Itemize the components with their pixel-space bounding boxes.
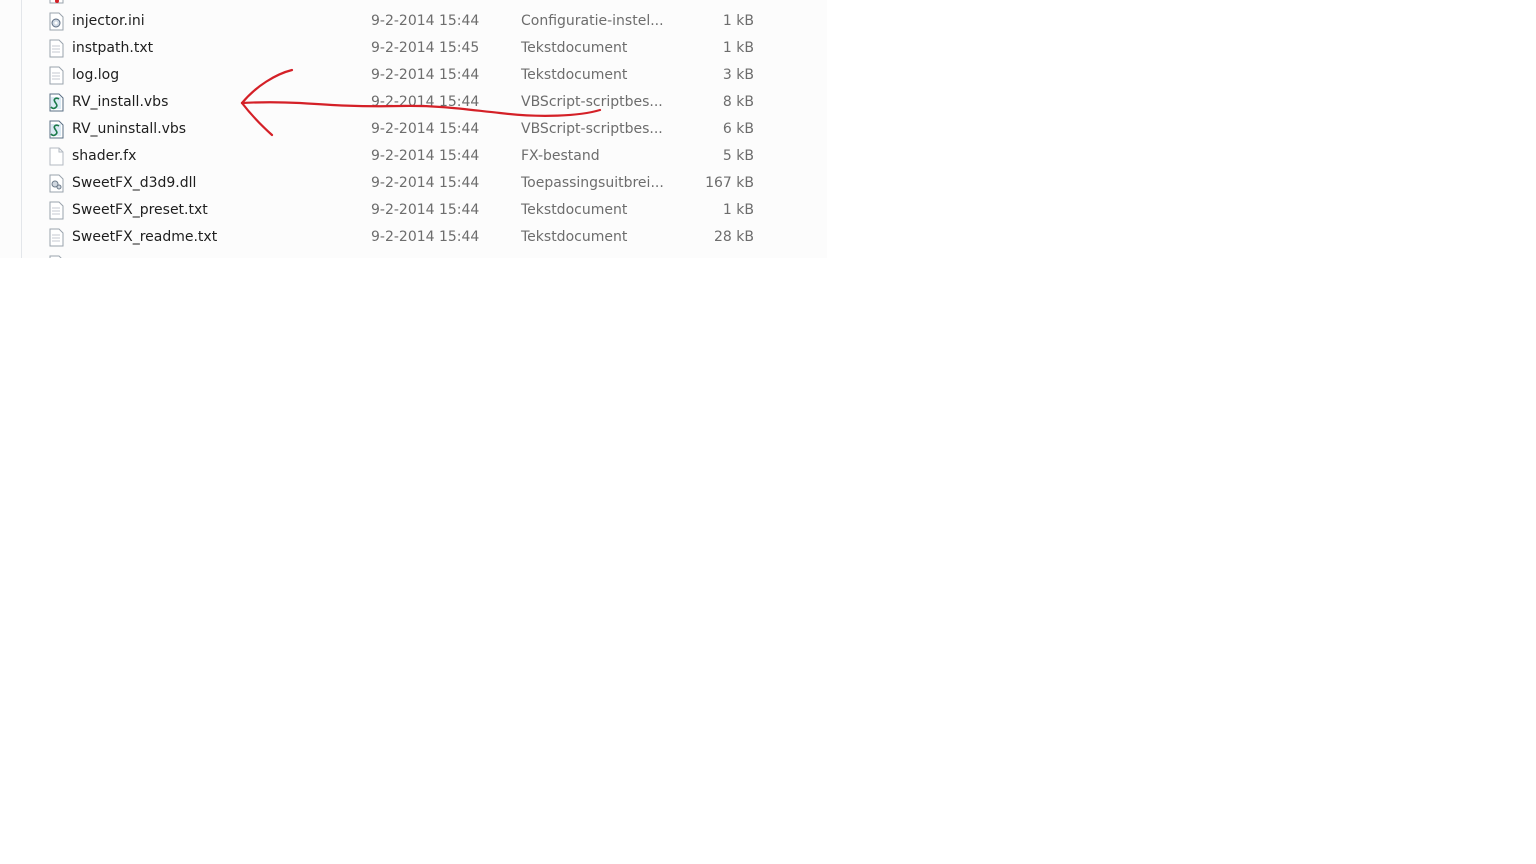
file-row[interactable]: shader.fx 9-2-2014 15:44 FX-bestand 5 kB xyxy=(40,143,800,170)
file-size: 1 kB xyxy=(722,40,754,56)
file-row[interactable]: RV_uninstall.vbs 9-2-2014 15:44 VBScript… xyxy=(40,116,800,143)
file-date: 9-2-2014 15:44 xyxy=(371,67,480,83)
text-file-icon xyxy=(48,228,65,247)
file-date: 9-2-2014 15:44 xyxy=(371,175,480,191)
file-size: 28 kB xyxy=(714,229,754,245)
vbscript-file-icon xyxy=(48,120,65,139)
file-row[interactable]: SweetFX_preset.txt 9-2-2014 15:44 Tekstd… xyxy=(40,197,800,224)
file-name[interactable]: SweetFX_preset.txt xyxy=(72,197,208,224)
file-type: Toepassingsuitbrei... xyxy=(521,175,664,191)
file-row[interactable]: instpath.txt 9-2-2014 15:45 Tekstdocumen… xyxy=(40,35,800,62)
file-row[interactable]: SweetFX_d3d9.dll 9-2-2014 15:44 Toepassi… xyxy=(40,170,800,197)
file-date: 9-2-2014 15:44 xyxy=(371,148,480,164)
file-name[interactable]: shader.fx xyxy=(72,143,136,170)
settings-file-icon xyxy=(48,12,65,31)
file-type: Tekstdocument xyxy=(521,229,628,245)
blank-file-icon xyxy=(48,147,65,166)
file-name[interactable]: SweetFX_readme.txt xyxy=(72,224,217,251)
file-name[interactable]: instpath.txt xyxy=(72,35,153,62)
file-date: 9-2-2014 15:44 xyxy=(371,121,480,137)
file-icon xyxy=(48,0,65,4)
navigation-pane-divider xyxy=(21,0,22,258)
file-row-partial-bottom[interactable] xyxy=(40,251,800,258)
file-size: 6 kB xyxy=(722,121,754,137)
file-name[interactable]: injector.ini xyxy=(72,8,145,35)
file-size: 1 kB xyxy=(722,202,754,218)
file-size: 5 kB xyxy=(722,148,754,164)
file-size: 3 kB xyxy=(722,67,754,83)
file-type: Configuratie-instel... xyxy=(521,13,664,29)
file-name[interactable]: RV_install.vbs xyxy=(72,89,168,116)
file-date: 9-2-2014 15:44 xyxy=(371,202,480,218)
text-file-icon xyxy=(48,39,65,58)
file-type: VBScript-scriptbes... xyxy=(521,94,663,110)
file-icon xyxy=(48,255,65,258)
file-type: Tekstdocument xyxy=(521,67,628,83)
file-row[interactable]: SweetFX_readme.txt 9-2-2014 15:44 Tekstd… xyxy=(40,224,800,251)
file-name[interactable]: SweetFX_d3d9.dll xyxy=(72,170,196,197)
file-date: 9-2-2014 15:44 xyxy=(371,94,480,110)
file-row[interactable]: injector.ini 9-2-2014 15:44 Configuratie… xyxy=(40,8,800,35)
file-name[interactable]: log.log xyxy=(72,62,119,89)
file-type: Tekstdocument xyxy=(521,202,628,218)
dll-file-icon xyxy=(48,174,65,193)
file-row[interactable]: RV_install.vbs 9-2-2014 15:44 VBScript-s… xyxy=(40,89,800,116)
file-size: 1 kB xyxy=(722,13,754,29)
text-file-icon xyxy=(48,66,65,85)
file-size: 8 kB xyxy=(722,94,754,110)
file-type: FX-bestand xyxy=(521,148,600,164)
file-row[interactable]: log.log 9-2-2014 15:44 Tekstdocument 3 k… xyxy=(40,62,800,89)
file-date: 9-2-2014 15:45 xyxy=(371,40,480,56)
vbscript-file-icon xyxy=(48,93,65,112)
file-type: Tekstdocument xyxy=(521,40,628,56)
file-name[interactable]: RV_uninstall.vbs xyxy=(72,116,186,143)
file-list-pane: injector.ini 9-2-2014 15:44 Configuratie… xyxy=(0,0,827,258)
file-date: 9-2-2014 15:44 xyxy=(371,229,480,245)
file-type: VBScript-scriptbes... xyxy=(521,121,663,137)
text-file-icon xyxy=(48,201,65,220)
file-date: 9-2-2014 15:44 xyxy=(371,13,480,29)
file-row-partial-top[interactable] xyxy=(40,0,800,8)
file-size: 167 kB xyxy=(705,175,754,191)
